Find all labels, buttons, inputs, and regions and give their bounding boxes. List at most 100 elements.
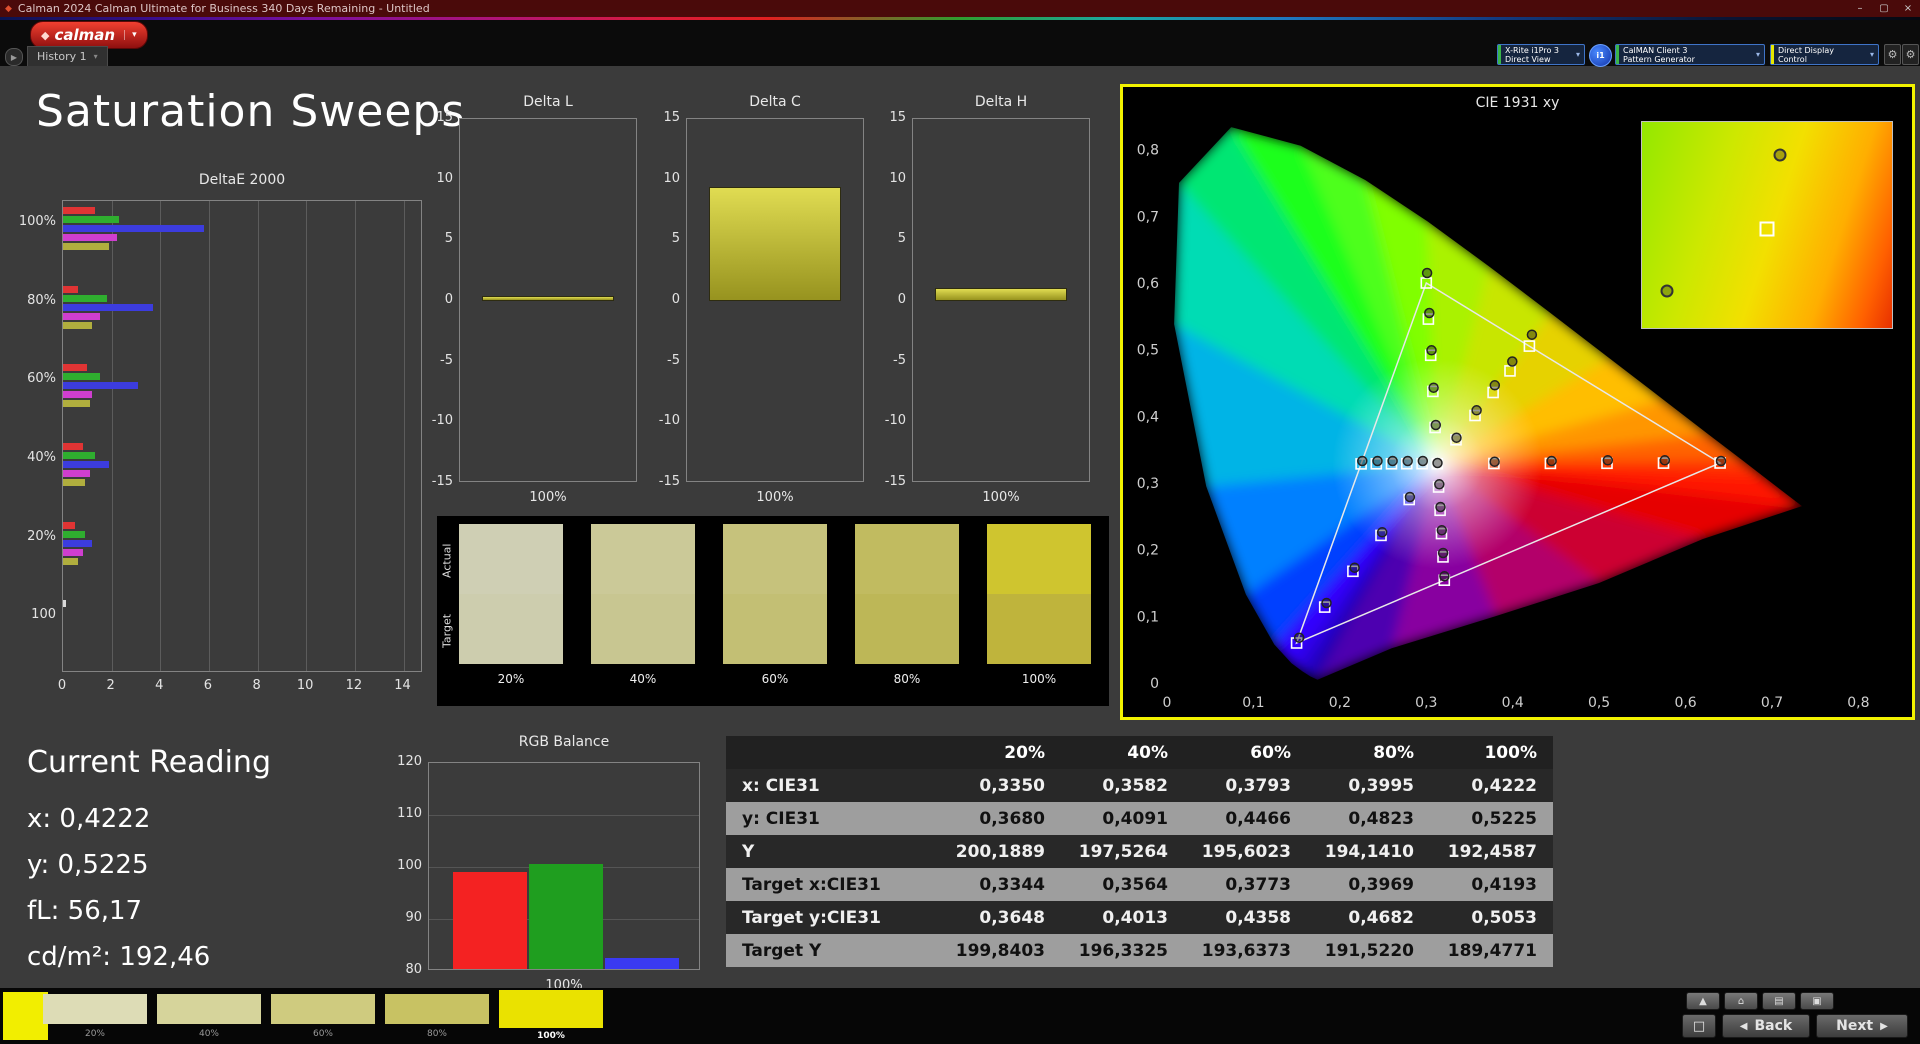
table-value: 0,3773 xyxy=(1184,868,1307,901)
group-label: 100% xyxy=(10,214,56,229)
pattern-level-button[interactable] xyxy=(385,994,489,1024)
chevron-down-icon: ▾ xyxy=(124,30,137,40)
pattern-level-button[interactable] xyxy=(43,994,147,1024)
table-value: 193,6373 xyxy=(1184,934,1307,967)
swatch-label: 20% xyxy=(459,672,563,686)
row-label: Target Y xyxy=(726,934,938,967)
y-tick-label: -15 xyxy=(407,474,453,489)
chart-title: Delta L xyxy=(459,94,637,110)
calman-diamond-icon: ◆ xyxy=(41,29,49,42)
row-label: Target y:CIE31 xyxy=(726,901,938,934)
settings-gear-button[interactable]: ⚙ xyxy=(1884,44,1901,65)
bottom-tool-button-3[interactable]: ▤ xyxy=(1762,992,1796,1010)
delta-h-plot-area xyxy=(912,118,1090,482)
inset-target-point xyxy=(1760,222,1775,237)
measured-point xyxy=(1425,309,1434,318)
table-row: x: CIE310,33500,35820,37930,39950,4222 xyxy=(726,769,1553,802)
reading-line: fL: 56,17 xyxy=(27,896,357,942)
x-tick-label: 12 xyxy=(342,678,366,693)
table-header-100%: 100% xyxy=(1430,736,1553,769)
deltae-bar xyxy=(63,400,90,407)
delta-c-plot-area xyxy=(686,118,864,482)
history-play-button[interactable]: ▶ xyxy=(5,48,23,66)
table-value: 0,3680 xyxy=(938,802,1061,835)
row-label: y: CIE31 xyxy=(726,802,938,835)
display-control-button[interactable]: Direct Display Control ▾ xyxy=(1770,44,1879,65)
delta-l-plot-area xyxy=(459,118,637,482)
table-value: 0,5225 xyxy=(1430,802,1553,835)
chart-title: DeltaE 2000 xyxy=(62,172,422,188)
measured-point xyxy=(1322,599,1331,608)
group-label: 60% xyxy=(10,371,56,386)
cie-zoom-inset xyxy=(1641,121,1893,329)
chevron-down-icon: ▾ xyxy=(94,52,98,61)
table-row: Target y:CIE310,36480,40130,43580,46820,… xyxy=(726,901,1553,934)
pattern-level-button[interactable] xyxy=(271,994,375,1024)
next-arrow-icon: ▶ xyxy=(1880,1021,1888,1032)
measured-point xyxy=(1439,549,1448,558)
deltae-bar xyxy=(63,234,117,241)
meter-connection-button[interactable]: X-Rite i1Pro 3 Direct View ▾ xyxy=(1497,44,1585,65)
x-tick-label: 0,8 xyxy=(1847,695,1869,711)
calman-window: ◆ Calman 2024 Calman Ultimate for Busine… xyxy=(0,0,1920,1044)
measured-point xyxy=(1295,633,1304,642)
bottom-tool-button-1[interactable]: ▲ xyxy=(1686,992,1720,1010)
list-icon: ▤ xyxy=(1774,996,1783,1007)
y-tick-label: 0 xyxy=(860,292,906,307)
measured-point xyxy=(1373,457,1382,466)
pattern-generator-button[interactable]: CalMAN Client 3 Pattern Generator ▾ xyxy=(1615,44,1765,65)
deltae-bar xyxy=(63,322,92,329)
pattern-level-label: 80% xyxy=(385,1029,489,1039)
actual-swatch xyxy=(723,524,827,594)
deltae-bar xyxy=(63,531,85,538)
next-button[interactable]: Next ▶ xyxy=(1816,1014,1908,1038)
x-tick-label: 4 xyxy=(147,678,171,693)
calman-menu-button[interactable]: ◆ calman ▾ xyxy=(30,21,148,49)
y-tick-label: 0,3 xyxy=(1137,476,1159,492)
minimize-button[interactable]: – xyxy=(1848,3,1872,14)
deltae-bar xyxy=(63,391,92,398)
table-value: 199,8403 xyxy=(938,934,1061,967)
settings-gear-button-2[interactable]: ⚙ xyxy=(1902,44,1919,65)
close-button[interactable]: × xyxy=(1896,3,1920,14)
deltae-bar xyxy=(63,600,66,607)
measured-point xyxy=(1472,406,1481,415)
x-tick-label: 8 xyxy=(245,678,269,693)
next-label: Next xyxy=(1836,1018,1873,1034)
swatch-label: 100% xyxy=(987,672,1091,686)
deltae-bar xyxy=(63,558,78,565)
pattern-level-button[interactable] xyxy=(157,994,261,1024)
chevron-down-icon: ▾ xyxy=(1756,50,1764,59)
back-button[interactable]: ◀ Back xyxy=(1722,1014,1810,1038)
x-tick-label: 0 xyxy=(1163,695,1172,711)
target-row-label: Target xyxy=(440,596,454,666)
table-header-80%: 80% xyxy=(1307,736,1430,769)
y-tick-label: 0 xyxy=(634,292,680,307)
table-value: 0,3582 xyxy=(1061,769,1184,802)
table-value: 0,4222 xyxy=(1430,769,1553,802)
delta-bar xyxy=(935,288,1067,301)
pattern-level-button[interactable] xyxy=(499,990,603,1028)
bottom-tool-button-4[interactable]: ▣ xyxy=(1800,992,1834,1010)
table-header-40%: 40% xyxy=(1061,736,1184,769)
measured-point xyxy=(1527,330,1536,339)
gridline xyxy=(258,201,259,671)
pattern-window-button[interactable]: □ xyxy=(1682,1014,1716,1038)
deltae-bar xyxy=(63,286,78,293)
target-swatch xyxy=(987,594,1091,664)
measured-point xyxy=(1436,503,1445,512)
actual-swatch xyxy=(855,524,959,594)
maximize-button[interactable]: ▢ xyxy=(1872,3,1896,14)
table-row: Target Y199,8403196,3325193,6373191,5220… xyxy=(726,934,1553,967)
x-tick-label: 0,4 xyxy=(1502,695,1524,711)
meter-device-badge[interactable]: i1 xyxy=(1589,44,1612,67)
tab-history-1[interactable]: History 1 ▾ xyxy=(27,46,108,66)
group-label: 40% xyxy=(10,450,56,465)
y-tick-label: -5 xyxy=(860,353,906,368)
deltae-bar xyxy=(63,207,95,214)
x-tick-label: 14 xyxy=(391,678,415,693)
y-tick-label: 110 xyxy=(376,806,422,821)
bottom-tool-button-2[interactable]: ⌂ xyxy=(1724,992,1758,1010)
pattern-name: CalMAN Client 3 xyxy=(1623,46,1687,55)
table-value: 0,4091 xyxy=(1061,802,1184,835)
